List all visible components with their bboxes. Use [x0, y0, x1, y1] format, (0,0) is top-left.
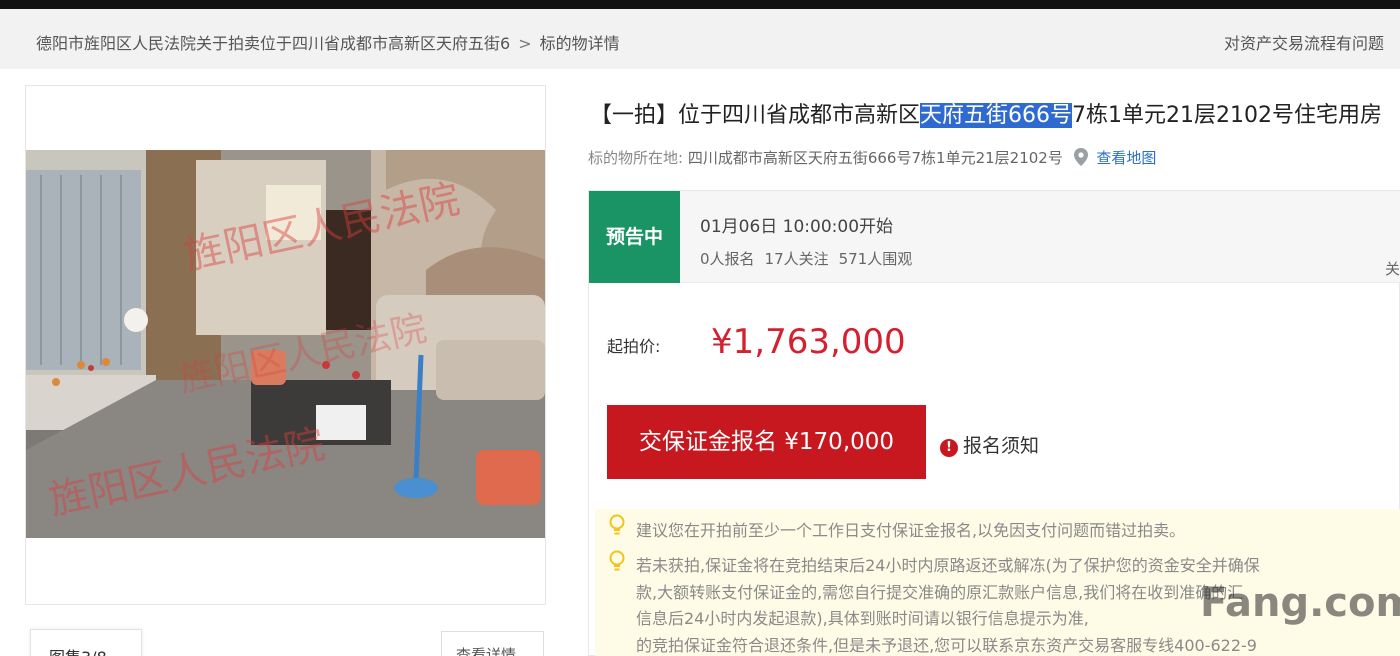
location-row: 标的物所在地: 四川成都市高新区天府五街666号7栋1单元21层2102号 查看… — [588, 147, 1156, 168]
view-details-label: 查看详情 — [456, 646, 517, 656]
viewer-count: 571人围观 — [838, 250, 913, 268]
auction-stats: 0人报名 17人关注 571人围观 — [700, 248, 922, 269]
lightbulb-icon — [608, 550, 626, 572]
property-photo[interactable]: 旌阳区人民法院 旌阳区人民法院 旌阳区人民法院 — [26, 150, 545, 538]
top-border — [0, 0, 1400, 9]
title-suffix: 7栋1单元21层2102号住宅用房 — [1072, 103, 1382, 128]
pay-deposit-button[interactable]: 交保证金报名 ¥170,000 — [607, 405, 926, 479]
location-label: 标的物所在地: — [588, 149, 684, 167]
location-value: 四川成都市高新区天府五街666号7栋1单元21层2102号 — [687, 149, 1063, 167]
lightbulb-icon — [608, 514, 626, 536]
tip-line: 的竞拍保证金符合退还条件,但是未予退还,您可以联系京东资产交易客服专线400-6… — [636, 636, 1257, 655]
follow-button[interactable]: 关 — [1385, 258, 1400, 279]
title-selected-text: 天府五街666号 — [920, 103, 1073, 128]
breadcrumb-separator: > — [518, 34, 532, 53]
view-details-button[interactable]: 查看详情 — [441, 631, 544, 656]
gallery-tab[interactable]: 图集3/8 — [30, 629, 142, 656]
starting-price-label: 起拍价: — [607, 337, 661, 356]
view-map-link[interactable]: 查看地图 — [1096, 149, 1156, 167]
tip-line: 若未获拍,保证金将在竞拍结束后24小时内原路返还或解冻(为了保护您的资金安全并确… — [636, 556, 1260, 575]
site-watermark: Fang.com — [1200, 580, 1400, 626]
breadcrumb-item-detail: 标的物详情 — [539, 34, 620, 53]
lot-title: 【一拍】位于四川省成都市高新区天府五街666号7栋1单元21层2102号住宅用房 — [590, 97, 1382, 129]
start-time: 01月06日 10:00:00开始 — [700, 217, 894, 237]
breadcrumb: 德阳市旌阳区人民法院关于拍卖位于四川省成都市高新区天府五街6 > 标的物详情 — [36, 30, 620, 54]
status-badge: 预告中 — [589, 191, 680, 283]
alert-icon: ! — [940, 439, 958, 457]
gallery-tab-label: 图集3/8 — [49, 644, 107, 656]
map-pin-icon — [1073, 148, 1088, 166]
tip-line: 款,大额转账支付保证金的,需您自行提交准确的原汇款账户信息,我们将在收到准确的汇 — [636, 583, 1244, 602]
status-bar — [589, 191, 1400, 283]
tip-line: 建议您在开拍前至少一个工作日支付保证金报名,以免因支付问题而错过拍卖。 — [636, 521, 1186, 540]
help-link[interactable]: 对资产交易流程有问题 — [1224, 30, 1384, 54]
registration-notice-link[interactable]: ! 报名须知 — [940, 431, 1039, 458]
title-prefix: 【一拍】位于四川省成都市高新区 — [590, 103, 921, 128]
follower-count: 17人关注 — [764, 250, 829, 268]
tip-line: 信息后24小时内发起退款),具体到账时间请以银行信息提示为准, — [636, 609, 1089, 628]
notice-label: 报名须知 — [963, 435, 1040, 457]
starting-price-value: ¥1,763,000 — [711, 322, 906, 362]
signup-count: 0人报名 — [700, 250, 755, 268]
breadcrumb-item-auction[interactable]: 德阳市旌阳区人民法院关于拍卖位于四川省成都市高新区天府五街6 — [36, 34, 510, 53]
